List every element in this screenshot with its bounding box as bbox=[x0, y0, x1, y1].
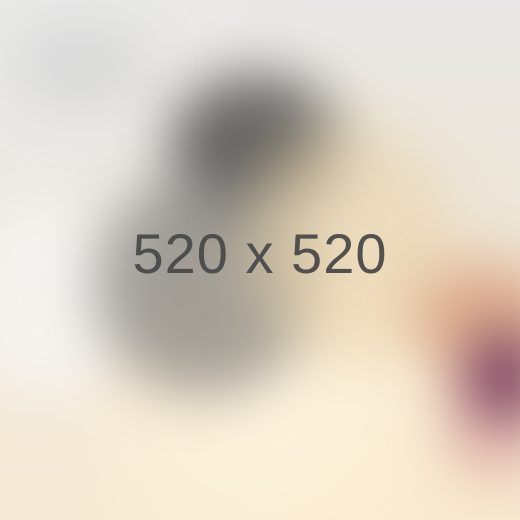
background-blur-top-left bbox=[10, 20, 150, 110]
placeholder-dimensions-label: 520 x 520 bbox=[132, 222, 388, 285]
placeholder-canvas: 520 x 520 bbox=[0, 0, 520, 520]
